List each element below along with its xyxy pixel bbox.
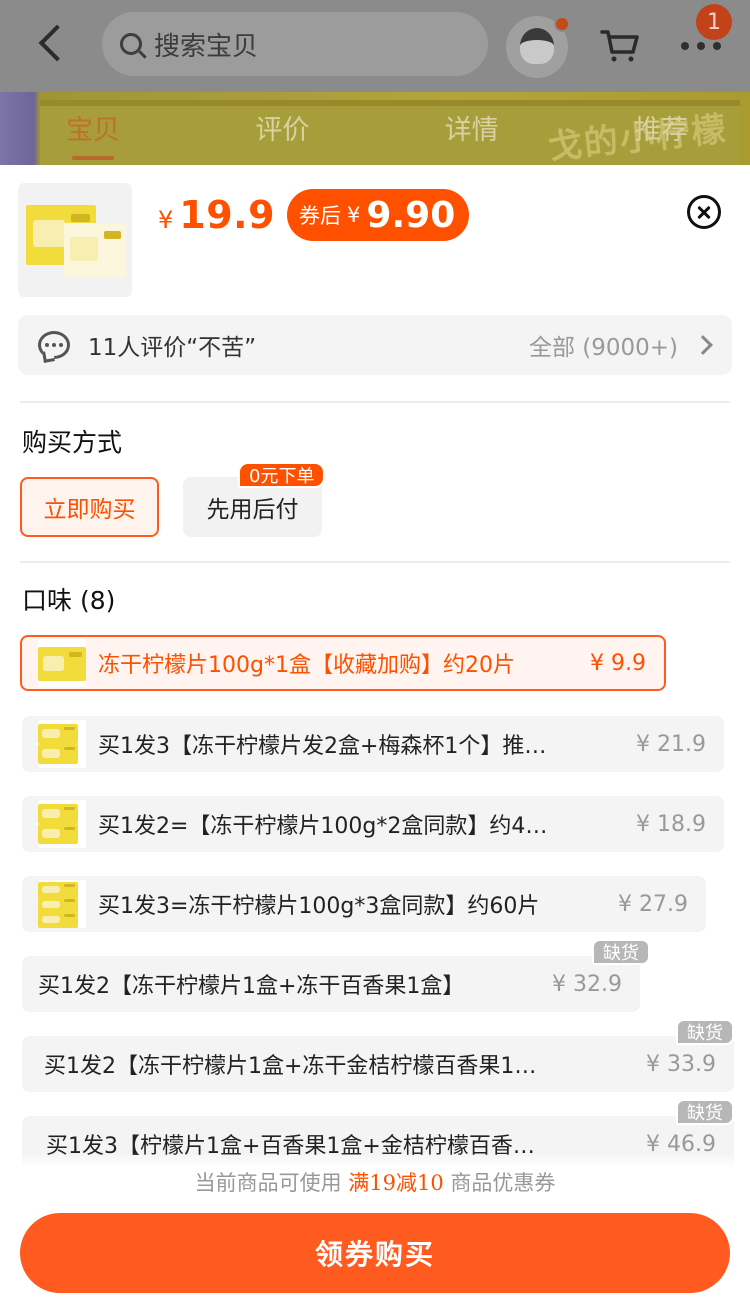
more-icon[interactable] [681,42,721,52]
price-value: 19.9 [179,193,276,237]
coupon-hint: 当前商品可使用 满19减10 商品优惠券 [0,1167,750,1197]
flavor-option-price: ¥ 18.9 [636,811,706,837]
flavor-title: 口味 (8) [22,586,116,615]
buy-now-option[interactable]: 立即购买 [20,477,159,537]
search-icon [120,33,142,55]
review-summary-bar[interactable]: 11人评价“不苦” 全部 (9000+) [18,315,732,375]
flavor-option-label: 买1发2【冻干柠檬片1盒+冻干金桔柠檬百香果1… [44,1054,537,1079]
price-currency: ¥ [158,206,174,234]
flavor-option[interactable]: 买1发2=【冻干柠檬片100g*2盒同款】约4… ¥ 18.9 [22,796,724,852]
zero-down-tag: 0元下单 [238,462,326,488]
purchase-method-title: 购买方式 [22,428,123,457]
flavor-option[interactable]: 买1发3【冻干柠檬片发2盒+梅森杯1个】推… ¥ 21.9 [22,716,724,772]
flavor-option-out-of-stock[interactable]: 买1发2【冻干柠檬片1盒+冻干百香果1盒】 ¥ 32.9 [22,956,640,1012]
more-badge: 1 [696,4,732,40]
flavor-option-out-of-stock[interactable]: 买1发2【冻干柠檬片1盒+冻干金桔柠檬百香果1… ¥ 33.9 [22,1036,734,1092]
flavor-thumbnail [38,800,86,848]
coupon-price-badge: 券后 ¥ 9.90 [287,189,470,241]
flavor-option-label: 买1发3=冻干柠檬片100g*3盒同款】约60片 [98,894,540,919]
out-of-stock-badge: 缺货 [676,1099,734,1125]
out-of-stock-badge: 缺货 [592,939,650,965]
avatar-face [520,28,554,64]
tab-recommend[interactable]: 推荐 [634,108,688,152]
out-of-stock-badge: 缺货 [676,1019,734,1045]
divider [20,401,730,403]
close-icon[interactable] [687,195,721,229]
coupon-currency: ¥ [347,203,361,227]
top-nav-bar: 搜索宝贝 1 [0,0,750,92]
tab-reviews[interactable]: 评价 [255,108,309,152]
flavor-option-label: 冻干柠檬片100g*1盒【收藏加购】约20片 [98,653,515,678]
search-input[interactable]: 搜索宝贝 [102,12,488,76]
divider [20,561,730,563]
flavor-option-price: ¥ 9.9 [590,650,646,676]
flavor-option-price: ¥ 32.9 [552,971,622,997]
comment-icon [38,331,70,359]
search-placeholder: 搜索宝贝 [154,31,259,62]
chevron-right-icon [693,335,713,355]
tab-details[interactable]: 详情 [445,108,499,152]
price-row: ¥ 19.9 券后 ¥ 9.90 [158,187,470,243]
coupon-price: 9.90 [366,194,456,236]
background-page: 戈的小柠檬 宝贝 评价 详情 推荐 搜索宝贝 1 [0,0,750,165]
tab-product[interactable]: 宝贝 [66,108,120,160]
product-tabs: 宝贝 评价 详情 推荐 [0,108,750,160]
flavor-option[interactable]: 买1发3=冻干柠檬片100g*3盒同款】约60片 ¥ 27.9 [22,876,706,932]
flavor-option-label: 买1发2=【冻干柠檬片100g*2盒同款】约4… [98,814,548,839]
sku-sheet: ¥ 19.9 券后 ¥ 9.90 11人评价“不苦” 全部 (9000+) 购买… [0,165,750,1299]
review-all-count: 全部 (9000+) [528,335,678,361]
flavor-option-price: ¥ 33.9 [646,1051,716,1077]
review-summary-text: 11人评价“不苦” [88,335,257,361]
flavor-option-price: ¥ 21.9 [636,731,706,757]
flavor-option-price: ¥ 27.9 [618,891,688,917]
flavor-option-label: 买1发3【冻干柠檬片发2盒+梅森杯1个】推… [98,734,547,759]
coupon-hint-highlight: 满19减10 [348,1171,444,1195]
claim-coupon-buy-button[interactable]: 领券购买 [20,1213,730,1293]
back-icon[interactable] [38,24,76,62]
product-thumbnail[interactable] [18,183,132,297]
scroll-fade [0,1153,750,1167]
flavor-thumbnail [38,880,86,928]
flavor-thumbnail [38,720,86,768]
flavor-option-label: 买1发2【冻干柠檬片1盒+冻干百香果1盒】 [38,974,465,999]
coupon-hint-suffix: 商品优惠券 [450,1171,556,1195]
notification-dot [554,16,570,32]
flavor-thumbnail [38,639,86,687]
flavor-option[interactable]: 冻干柠檬片100g*1盒【收藏加购】约20片 ¥ 9.9 [20,635,666,691]
coupon-hint-prefix: 当前商品可使用 [194,1171,342,1195]
coupon-label: 券后 [299,204,342,228]
cart-icon[interactable] [600,28,640,64]
